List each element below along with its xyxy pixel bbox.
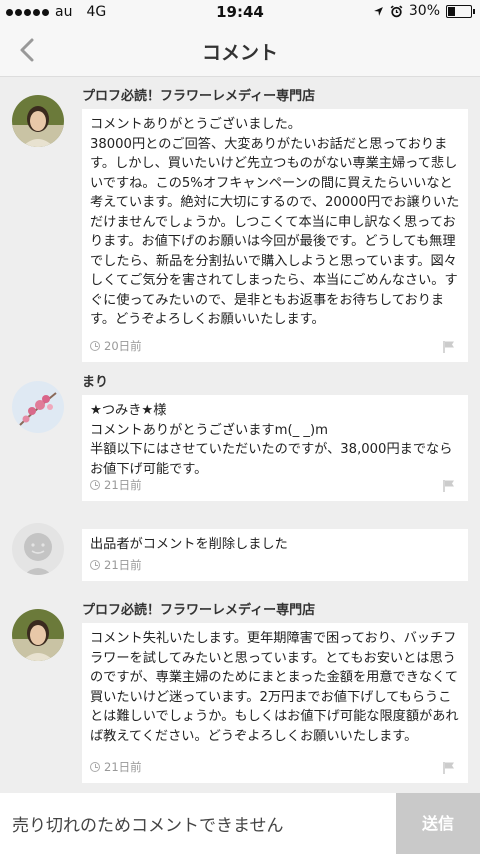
location-arrow-icon [373, 6, 383, 16]
send-button: 送信 [396, 793, 480, 854]
alarm-icon [390, 4, 403, 17]
comment-meta: 21日前 [90, 759, 142, 775]
comment-input-bar: 売り切れのためコメントできません 送信 [0, 793, 480, 854]
comment-input: 売り切れのためコメントできません [12, 816, 284, 836]
comment-meta: 21日前 [90, 477, 142, 493]
comment-meta: 20日前 [90, 338, 142, 354]
clock-icon [90, 341, 100, 351]
battery-icon [446, 4, 475, 18]
comment-bubble: コメント失礼いたします。更年期障害で困っており、バッチフラワーを試してみたいと思… [82, 623, 468, 783]
clock-icon [90, 762, 100, 772]
comment-text: コメントありがとうございました。 38000円とのご回答、大変ありがたいお話だと… [90, 117, 460, 327]
comment-username: まり [82, 375, 109, 390]
avatar-placeholder [12, 523, 64, 575]
battery-percent: 30% [408, 3, 440, 19]
nav-header: コメント [0, 24, 480, 77]
flag-icon[interactable] [442, 479, 456, 493]
avatar[interactable] [12, 381, 64, 433]
clock-icon [90, 480, 100, 490]
comment-bubble: ★つみき★様 コメントありがとうございますm(_ _)m 半額以下にはさせていた… [82, 395, 468, 501]
comment-text: 出品者がコメントを削除しました [90, 537, 288, 552]
comment-bubble: 出品者がコメントを削除しました 21日前 [82, 529, 468, 581]
flag-icon[interactable] [442, 761, 456, 775]
comment-bubble: コメントありがとうございました。 38000円とのご回答、大変ありがたいお話だと… [82, 109, 468, 362]
avatar[interactable] [12, 609, 64, 661]
comment-username: プロフ必読！フラワーレメディー専門店 [82, 603, 316, 618]
comment-text: コメント失礼いたします。更年期障害で困っており、バッチフラワーを試してみたいと思… [90, 631, 459, 744]
page-title: コメント [201, 42, 278, 64]
comment-text: ★つみき★様 コメントありがとうございますm(_ _)m 半額以下にはさせていた… [90, 403, 453, 477]
comment-username: プロフ必読！フラワーレメディー専門店 [82, 89, 316, 104]
avatar[interactable] [12, 95, 64, 147]
comment-time: 21日前 [104, 760, 142, 774]
status-bar: au 4G 19:44 30% [0, 0, 480, 24]
comment-time: 20日前 [104, 339, 142, 353]
comment-time: 21日前 [104, 478, 142, 492]
comment-meta: 21日前 [90, 557, 142, 573]
comment-time: 21日前 [104, 558, 142, 572]
clock-icon [90, 560, 100, 570]
flag-icon[interactable] [442, 340, 456, 354]
